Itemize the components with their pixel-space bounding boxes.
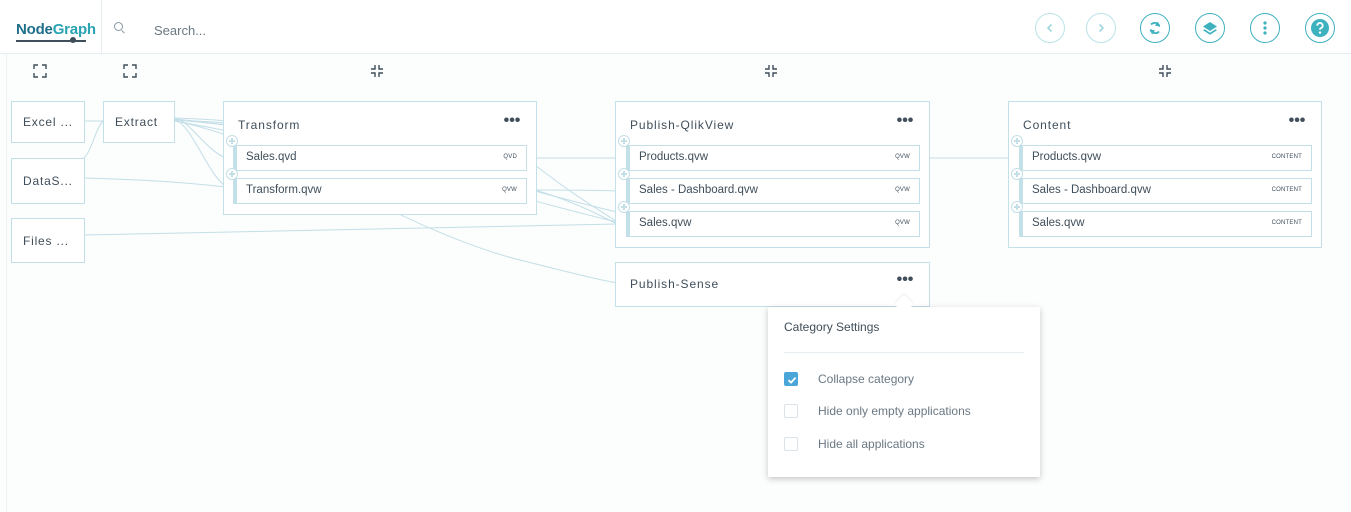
extract-node-label: Extract — [115, 115, 158, 129]
source-node-label: DataS... — [23, 174, 73, 188]
application-row[interactable]: Sales.qvw QVW — [626, 211, 920, 237]
row-accent-bar — [627, 179, 630, 203]
top-bar: NodeGraph — [0, 0, 1351, 54]
application-type-tag: QVW — [895, 220, 910, 226]
collapse-column-icon[interactable] — [370, 64, 384, 78]
logo-divider — [101, 0, 102, 53]
layers-icon — [1203, 22, 1217, 35]
expand-column-icon[interactable] — [123, 64, 137, 78]
source-node[interactable]: DataS... — [11, 158, 85, 204]
more-button[interactable] — [1250, 13, 1280, 43]
row-accent-bar — [1020, 146, 1023, 170]
add-connection-icon[interactable] — [618, 201, 630, 213]
application-type-tag: CONTENT — [1271, 154, 1302, 160]
application-name: Products.qvw — [639, 151, 709, 163]
add-connection-icon[interactable] — [226, 168, 238, 180]
add-connection-icon[interactable] — [226, 135, 238, 147]
search-input[interactable] — [142, 20, 466, 40]
category-publish-sense[interactable]: Publish-Sense ••• — [615, 262, 930, 307]
source-node[interactable]: Files ... — [11, 218, 85, 263]
more-horizontal-icon[interactable]: ••• — [894, 112, 916, 132]
application-row[interactable]: Sales - Dashboard.qvw QVW — [626, 178, 920, 204]
extract-node[interactable]: Extract — [103, 101, 175, 143]
expand-column-icon[interactable] — [33, 64, 47, 78]
application-row[interactable]: Sales.qvw CONTENT — [1019, 211, 1312, 237]
category-settings-popup: Category Settings Collapse category Hide… — [768, 307, 1040, 477]
add-connection-icon[interactable] — [618, 168, 630, 180]
search-icon — [114, 22, 123, 31]
category-title: Transform — [238, 118, 301, 132]
more-horizontal-icon[interactable]: ••• — [1286, 112, 1308, 132]
help-button[interactable] — [1305, 13, 1335, 43]
category-title: Publish-Sense — [630, 277, 720, 291]
row-accent-bar — [627, 212, 630, 236]
checkbox[interactable] — [784, 437, 798, 451]
row-accent-bar — [234, 146, 237, 170]
application-row[interactable]: Sales.qvd QVD — [233, 145, 527, 171]
application-type-tag: QVD — [503, 154, 517, 160]
row-accent-bar — [1020, 212, 1023, 236]
add-connection-icon[interactable] — [1011, 201, 1023, 213]
refresh-icon — [1149, 21, 1161, 35]
source-node[interactable]: Excel ... — [11, 101, 85, 143]
source-node-label: Excel ... — [23, 115, 73, 129]
add-connection-icon[interactable] — [1011, 168, 1023, 180]
option-label: Collapse category — [818, 372, 915, 386]
more-horizontal-icon[interactable]: ••• — [894, 271, 916, 291]
application-name: Products.qvw — [1032, 151, 1102, 163]
option-label: Hide only empty applications — [818, 404, 971, 418]
collapse-column-icon[interactable] — [1158, 64, 1172, 78]
source-node-label: Files ... — [23, 233, 69, 248]
application-row[interactable]: Products.qvw QVW — [626, 145, 920, 171]
application-type-tag: CONTENT — [1271, 187, 1302, 193]
application-type-tag: QVW — [895, 187, 910, 193]
application-name: Sales - Dashboard.qvw — [639, 184, 758, 196]
category-title: Publish-QlikView — [630, 118, 735, 132]
application-type-tag: CONTENT — [1271, 220, 1302, 226]
collapse-column-icon[interactable] — [764, 64, 778, 78]
back-button[interactable] — [1035, 13, 1065, 43]
add-connection-icon[interactable] — [1011, 135, 1023, 147]
chevron-left-icon — [1046, 23, 1053, 33]
category-title: Content — [1023, 118, 1072, 132]
row-accent-bar — [234, 179, 237, 203]
application-row[interactable]: Transform.qvw QVW — [233, 178, 527, 204]
application-name: Sales.qvd — [246, 151, 297, 163]
more-vertical-icon — [1263, 21, 1267, 35]
application-name: Sales.qvw — [639, 217, 692, 229]
canvas-edge — [6, 54, 7, 512]
popup-divider — [784, 352, 1024, 353]
application-type-tag: QVW — [502, 187, 517, 193]
row-accent-bar — [627, 146, 630, 170]
application-name: Sales - Dashboard.qvw — [1032, 184, 1151, 196]
forward-button[interactable] — [1086, 13, 1116, 43]
checkbox[interactable] — [784, 404, 798, 418]
application-name: Sales.qvw — [1032, 217, 1085, 229]
logo-part-1: Node — [16, 21, 53, 38]
logo-part-2: Graph — [52, 21, 96, 38]
logo-dot — [70, 37, 76, 43]
popup-title: Category Settings — [784, 320, 880, 334]
layers-button[interactable] — [1195, 13, 1225, 43]
nodegraph-logo[interactable]: NodeGraph — [16, 21, 96, 38]
add-connection-icon[interactable] — [618, 135, 630, 147]
option-label: Hide all applications — [818, 437, 925, 451]
check-icon — [787, 376, 797, 384]
application-type-tag: QVW — [895, 154, 910, 160]
help-icon — [1311, 19, 1329, 37]
application-row[interactable]: Sales - Dashboard.qvw CONTENT — [1019, 178, 1312, 204]
application-row[interactable]: Products.qvw CONTENT — [1019, 145, 1312, 171]
application-name: Transform.qvw — [246, 184, 322, 196]
sync-button[interactable] — [1140, 13, 1170, 43]
chevron-right-icon — [1098, 23, 1105, 33]
row-accent-bar — [1020, 179, 1023, 203]
checkbox-checked[interactable] — [784, 372, 798, 386]
more-horizontal-icon[interactable]: ••• — [501, 112, 523, 132]
